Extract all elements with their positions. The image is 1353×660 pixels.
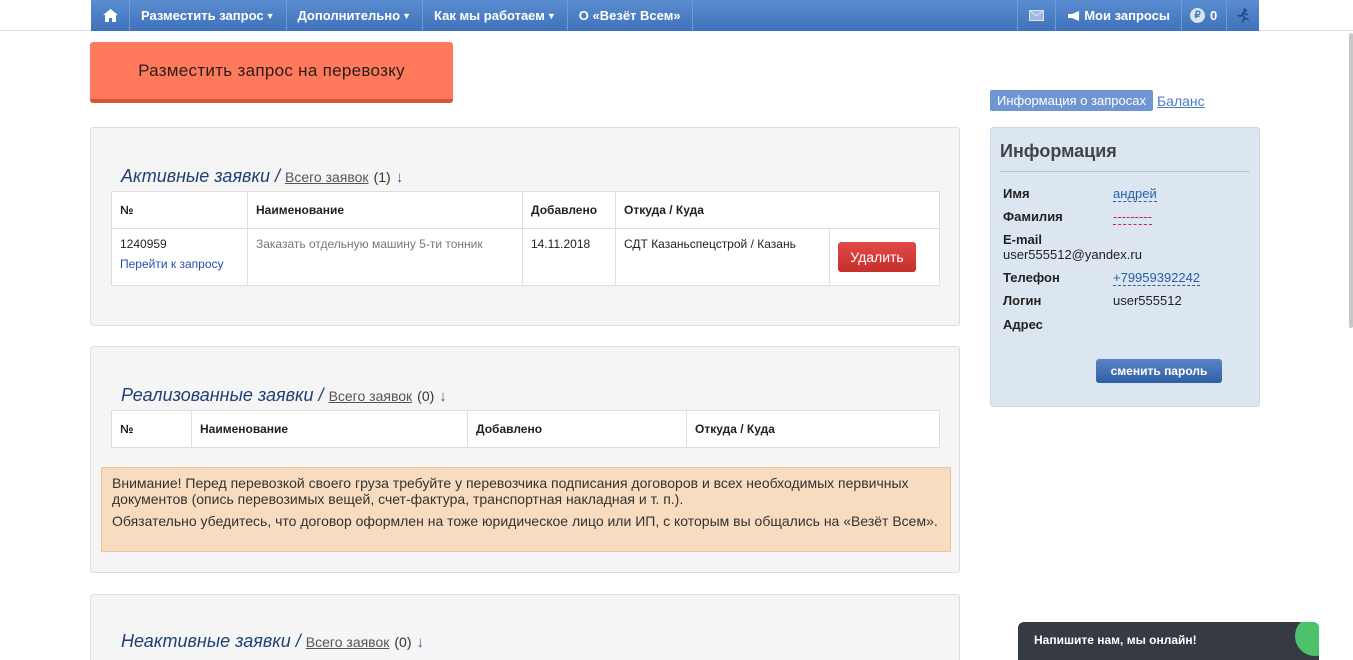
- nav-spacer: [693, 0, 1019, 31]
- nav-additional[interactable]: Дополнительно ▼: [287, 0, 423, 31]
- login-value: user555512: [1113, 293, 1182, 308]
- completed-requests-panel: Реализованные заявки / Всего заявок (0) …: [90, 346, 960, 573]
- table-row: 1240959 Перейти к запросу Заказать отдел…: [111, 228, 940, 286]
- chat-label: Напишите нам, мы онлайн!: [1034, 633, 1197, 647]
- my-requests-button[interactable]: Мои запросы: [1056, 0, 1182, 31]
- warning-notice: Внимание! Перед перевозкой своего груза …: [101, 467, 951, 552]
- column-header: №: [111, 410, 192, 448]
- sort-arrow-icon[interactable]: ↓: [417, 634, 425, 651]
- requests-count: (1): [373, 169, 391, 185]
- info-row-address: Адрес: [1003, 317, 1113, 332]
- surname-value[interactable]: ---------: [1113, 209, 1152, 225]
- nav-place-request[interactable]: Разместить запрос ▼: [130, 0, 287, 31]
- inactive-requests-header: Неактивные заявки / Всего заявок (0) ↓: [121, 631, 424, 652]
- column-header: Добавлено: [522, 191, 616, 229]
- go-to-request-link[interactable]: Перейти к запросу: [120, 257, 239, 271]
- nav-item-label: Как мы работаем: [434, 8, 545, 23]
- info-row-phone: Телефон +79959392242: [1003, 270, 1201, 286]
- active-requests-panel: Активные заявки / Всего заявок (1) ↓ № Н…: [90, 127, 960, 326]
- chevron-down-icon: ▼: [546, 10, 556, 21]
- home-button[interactable]: [91, 0, 130, 31]
- info-row-name: Имя андрей: [1003, 186, 1157, 202]
- table-header-row: № Наименование Добавлено Откуда / Куда: [111, 410, 940, 448]
- request-action-cell: Удалить: [829, 228, 940, 286]
- request-added: 14.11.2018: [522, 228, 616, 286]
- request-id-cell: 1240959 Перейти к запросу: [111, 228, 248, 286]
- info-label: Адрес: [1003, 317, 1043, 332]
- completed-requests-header: Реализованные заявки / Всего заявок (0) …: [121, 385, 447, 406]
- name-value[interactable]: андрей: [1113, 186, 1157, 202]
- column-header: №: [111, 191, 248, 229]
- info-title: Информация: [1000, 141, 1117, 161]
- megaphone-icon: [1068, 10, 1080, 21]
- chevron-down-icon: ▼: [265, 10, 275, 21]
- divider: [1000, 171, 1250, 172]
- info-panel: Информация Имя андрей Фамилия --------- E-…: [990, 127, 1260, 407]
- top-bar: Разместить запрос ▼ Дополнительно ▼ Как мы…: [0, 0, 1353, 31]
- logout-button[interactable]: [1227, 0, 1259, 31]
- nav-about[interactable]: О «Везёт Всем»: [568, 0, 693, 31]
- table-header-row: № Наименование Добавлено Откуда / Куда: [111, 191, 940, 229]
- all-requests-link[interactable]: Всего заявок: [306, 634, 390, 650]
- column-header: Наименование: [247, 191, 523, 229]
- completed-requests-table: № Наименование Добавлено Откуда / Куда: [111, 410, 940, 448]
- panel-title: Неактивные заявки /: [121, 631, 301, 651]
- tab-balance[interactable]: Баланс: [1157, 93, 1205, 109]
- info-label: Имя: [1003, 186, 1030, 201]
- nav-item-label: Дополнительно: [297, 8, 401, 23]
- info-tabs: Информация о запросах Баланс: [990, 90, 1205, 111]
- column-header: Наименование: [191, 410, 468, 448]
- tab-requests-info[interactable]: Информация о запросах: [990, 90, 1153, 111]
- info-label: Фамилия: [1003, 209, 1063, 224]
- column-header: Откуда / Куда: [615, 191, 940, 229]
- sort-arrow-icon[interactable]: ↓: [396, 169, 404, 186]
- envelope-icon: [1029, 10, 1045, 21]
- info-label: Телефон: [1003, 270, 1060, 285]
- all-requests-link[interactable]: Всего заявок: [329, 388, 413, 404]
- ruble-coin-icon: ₽: [1190, 8, 1205, 23]
- main-nav: Разместить запрос ▼ Дополнительно ▼ Как мы…: [91, 0, 1259, 31]
- info-row-surname: Фамилия ---------: [1003, 209, 1152, 225]
- nav-how-we-work[interactable]: Как мы работаем ▼: [423, 0, 568, 31]
- home-icon: [102, 9, 118, 22]
- online-indicator-icon: [1295, 622, 1319, 656]
- request-name: Заказать отдельную машину 5-ти тонник: [247, 228, 523, 286]
- panel-title: Реализованные заявки /: [121, 385, 324, 405]
- requests-count: (0): [417, 388, 435, 404]
- all-requests-link[interactable]: Всего заявок: [285, 169, 369, 185]
- info-row-email: E-mail user555512@yandex.ru: [1003, 232, 1142, 262]
- info-label: E-mail: [1003, 232, 1043, 247]
- nav-item-label: Разместить запрос: [141, 8, 264, 23]
- requests-count: (0): [394, 634, 412, 650]
- phone-value[interactable]: +79959392242: [1113, 270, 1201, 286]
- active-requests-header: Активные заявки / Всего заявок (1) ↓: [121, 166, 403, 187]
- sort-arrow-icon[interactable]: ↓: [439, 388, 447, 405]
- balance-count: 0: [1210, 8, 1218, 23]
- page: Разместить запрос ▼ Дополнительно ▼ Как мы…: [0, 0, 1353, 660]
- inactive-requests-panel: Неактивные заявки / Всего заявок (0) ↓: [90, 594, 960, 660]
- info-row-login: Логин user555512: [1003, 293, 1182, 308]
- scrollbar[interactable]: [1349, 33, 1353, 328]
- request-id: 1240959: [120, 237, 167, 251]
- request-route: СДТ Казаньспецстрой / Казань: [615, 228, 830, 286]
- column-header: Откуда / Куда: [686, 410, 940, 448]
- nav-item-label: О «Везёт Всем»: [578, 8, 681, 23]
- panel-title: Активные заявки /: [121, 166, 280, 186]
- email-value: user555512@yandex.ru: [1003, 247, 1142, 262]
- warning-text: Внимание! Перед перевозкой своего груза …: [112, 475, 909, 507]
- info-label: Логин: [1003, 293, 1042, 308]
- mail-button[interactable]: [1018, 0, 1057, 31]
- change-password-button[interactable]: сменить пароль: [1096, 359, 1222, 383]
- my-requests-label: Мои запросы: [1084, 8, 1170, 23]
- chat-widget[interactable]: Напишите нам, мы онлайн!: [1018, 622, 1319, 660]
- warning-text: Обязательно убедитесь, что договор оформ…: [112, 513, 938, 529]
- column-header: Добавлено: [467, 410, 687, 448]
- place-request-button[interactable]: Разместить запрос на перевозку: [90, 42, 453, 103]
- balance-button[interactable]: ₽ 0: [1182, 0, 1227, 31]
- chevron-down-icon: ▼: [402, 10, 411, 21]
- delete-request-button[interactable]: Удалить: [838, 242, 916, 272]
- running-man-icon: [1237, 8, 1249, 23]
- active-requests-table: № Наименование Добавлено Откуда / Куда 1…: [111, 191, 940, 286]
